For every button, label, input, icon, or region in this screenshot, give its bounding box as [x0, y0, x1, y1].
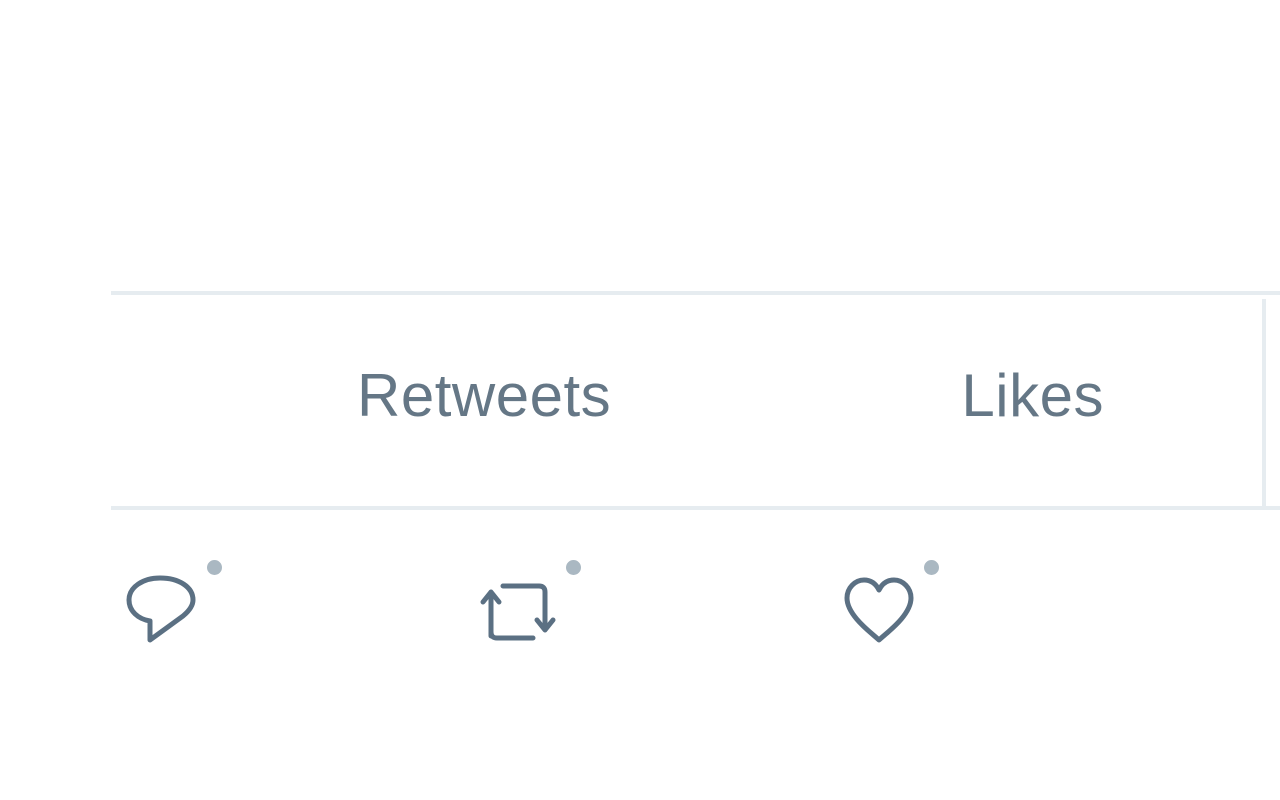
tweet-stats-bar: Retweets Likes [111, 291, 1280, 510]
retweet-icon [480, 583, 556, 641]
stats-divider [1262, 299, 1266, 506]
retweet-count-placeholder-dot [566, 560, 581, 575]
retweet-button[interactable] [475, 560, 585, 650]
reply-count-placeholder-dot [207, 560, 222, 575]
reply-button[interactable] [123, 560, 233, 650]
retweets-stat-link[interactable]: Retweets [357, 361, 611, 431]
reply-icon [126, 575, 196, 643]
heart-icon [844, 577, 914, 643]
tweet-detail: Retweets Likes [0, 0, 1280, 800]
tweet-action-bar [111, 540, 1280, 660]
like-count-placeholder-dot [924, 560, 939, 575]
likes-stat-link[interactable]: Likes [961, 361, 1104, 431]
like-button[interactable] [839, 560, 949, 650]
